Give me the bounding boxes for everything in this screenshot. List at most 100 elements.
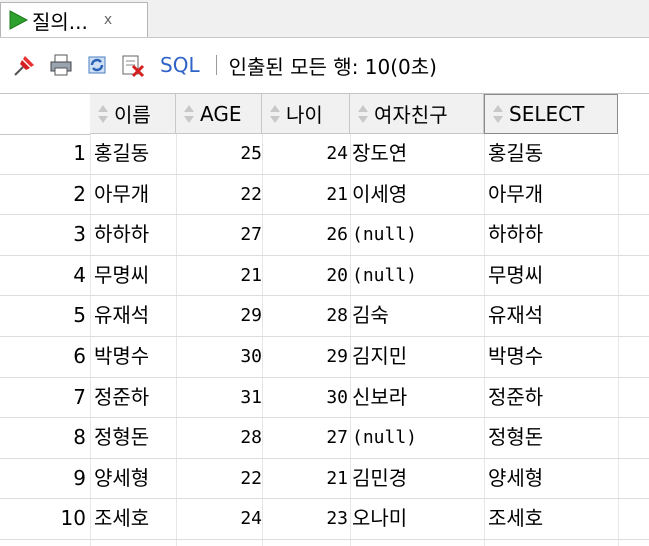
cell-nai[interactable]: 26 <box>264 215 348 255</box>
cell-select[interactable]: 유재석 <box>488 296 618 336</box>
run-icon <box>7 9 29 31</box>
cell-girlfriend[interactable]: 김숙 <box>352 296 482 336</box>
cell-age[interactable]: 25 <box>178 134 262 174</box>
table-row[interactable]: 1 홍길동 25 24 장도연 홍길동 <box>0 134 649 175</box>
cell-girlfriend[interactable]: 장도연 <box>352 134 482 174</box>
column-header-name[interactable]: 이름 <box>90 94 176 134</box>
sort-icon <box>98 104 108 123</box>
cell-select[interactable]: 하하하 <box>488 215 618 255</box>
row-number: 5 <box>73 303 86 328</box>
row-number: 10 <box>60 506 86 531</box>
cell-name[interactable]: 무명씨 <box>94 256 176 296</box>
cell-select[interactable]: 정형돈 <box>488 418 618 458</box>
cell-girlfriend[interactable]: (null) <box>352 256 482 296</box>
row-number: 9 <box>73 465 86 490</box>
row-number: 3 <box>73 222 86 247</box>
tab-strip: 질의... x <box>0 0 649 38</box>
sort-icon <box>493 105 503 123</box>
results-toolbar: SQL 인출된 모든 행: 10(0초) <box>0 38 649 92</box>
fetch-status: 인출된 모든 행: 10(0초) <box>228 54 437 79</box>
export-delete-icon[interactable] <box>118 50 148 80</box>
sql-link[interactable]: SQL <box>160 53 200 77</box>
close-icon[interactable]: x <box>104 12 112 28</box>
cell-name[interactable]: 유재석 <box>94 296 176 336</box>
cell-select[interactable]: 양세형 <box>488 459 618 499</box>
cell-age[interactable]: 22 <box>178 175 262 215</box>
pin-icon[interactable] <box>10 50 40 80</box>
cell-name[interactable]: 하하하 <box>94 215 176 255</box>
cell-select[interactable]: 홍길동 <box>488 134 618 174</box>
cell-nai[interactable]: 20 <box>264 256 348 296</box>
column-header-label: 이름 <box>114 103 151 127</box>
table-row[interactable]: 6 박명수 30 29 김지민 박명수 <box>0 337 649 378</box>
cell-nai[interactable]: 29 <box>264 337 348 377</box>
cell-nai[interactable]: 21 <box>264 459 348 499</box>
cell-nai[interactable]: 21 <box>264 175 348 215</box>
row-number: 7 <box>73 384 86 409</box>
cell-age[interactable]: 30 <box>178 337 262 377</box>
cell-nai[interactable]: 30 <box>264 378 348 418</box>
refresh-icon[interactable] <box>82 50 112 80</box>
row-number: 8 <box>73 425 86 450</box>
row-number: 4 <box>73 262 86 287</box>
sort-icon <box>184 104 194 123</box>
cell-age[interactable]: 27 <box>178 215 262 255</box>
table-row[interactable]: 2 아무개 22 21 이세영 아무개 <box>0 175 649 216</box>
row-number: 2 <box>73 181 86 206</box>
result-rows: 1 홍길동 25 24 장도연 홍길동 2 아무개 22 21 이세영 아무개 … <box>0 134 649 540</box>
cell-nai[interactable]: 23 <box>264 499 348 539</box>
cell-select[interactable]: 조세호 <box>488 499 618 539</box>
sort-icon <box>270 104 280 123</box>
cell-select[interactable]: 정준하 <box>488 378 618 418</box>
cell-age[interactable]: 29 <box>178 296 262 336</box>
cell-select[interactable]: 아무개 <box>488 175 618 215</box>
column-header-select[interactable]: SELECT <box>484 94 618 134</box>
cell-girlfriend[interactable]: 이세영 <box>352 175 482 215</box>
row-number: 1 <box>73 141 86 165</box>
cell-name[interactable]: 양세형 <box>94 459 176 499</box>
cell-age[interactable]: 28 <box>178 418 262 458</box>
cell-girlfriend[interactable]: (null) <box>352 215 482 255</box>
print-icon[interactable] <box>46 50 76 80</box>
table-row[interactable]: 10 조세호 24 23 오나미 조세호 <box>0 499 649 540</box>
column-header-girlfriend[interactable]: 여자친구 <box>350 94 484 134</box>
tab-label: 질의... <box>32 9 88 34</box>
column-header-label: 여자친구 <box>374 103 448 127</box>
results-grid: 이름 AGE 나이 여자친구 SELECT 1 홍길동 25 24 장도연 홍길… <box>0 93 649 546</box>
table-row[interactable]: 4 무명씨 21 20 (null) 무명씨 <box>0 256 649 297</box>
toolbar-separator <box>215 55 217 75</box>
column-header-age[interactable]: AGE <box>176 94 262 134</box>
cell-girlfriend[interactable]: (null) <box>352 418 482 458</box>
sort-icon <box>358 104 368 123</box>
cell-name[interactable]: 홍길동 <box>94 134 176 174</box>
table-row[interactable]: 8 정형돈 28 27 (null) 정형돈 <box>0 418 649 459</box>
cell-girlfriend[interactable]: 김민경 <box>352 459 482 499</box>
table-row[interactable]: 7 정준하 31 30 신보라 정준하 <box>0 378 649 419</box>
cell-age[interactable]: 22 <box>178 459 262 499</box>
grid-corner <box>0 94 90 135</box>
cell-age[interactable]: 24 <box>178 499 262 539</box>
cell-select[interactable]: 박명수 <box>488 337 618 377</box>
cell-name[interactable]: 박명수 <box>94 337 176 377</box>
cell-name[interactable]: 조세호 <box>94 499 176 539</box>
column-header-label: AGE <box>200 101 242 126</box>
cell-nai[interactable]: 27 <box>264 418 348 458</box>
column-header-label: 나이 <box>286 103 323 127</box>
cell-name[interactable]: 정형돈 <box>94 418 176 458</box>
cell-age[interactable]: 31 <box>178 378 262 418</box>
table-row[interactable]: 9 양세형 22 21 김민경 양세형 <box>0 459 649 500</box>
cell-nai[interactable]: 24 <box>264 134 348 174</box>
cell-name[interactable]: 정준하 <box>94 378 176 418</box>
cell-nai[interactable]: 28 <box>264 296 348 336</box>
cell-girlfriend[interactable]: 오나미 <box>352 499 482 539</box>
column-header-nai[interactable]: 나이 <box>262 94 350 134</box>
table-row[interactable]: 5 유재석 29 28 김숙 유재석 <box>0 296 649 337</box>
table-row[interactable]: 3 하하하 27 26 (null) 하하하 <box>0 215 649 256</box>
cell-select[interactable]: 무명씨 <box>488 256 618 296</box>
cell-age[interactable]: 21 <box>178 256 262 296</box>
tab-query-result[interactable]: 질의... x <box>0 2 148 37</box>
cell-girlfriend[interactable]: 김지민 <box>352 337 482 377</box>
cell-name[interactable]: 아무개 <box>94 175 176 215</box>
cell-girlfriend[interactable]: 신보라 <box>352 378 482 418</box>
column-header-label: SELECT <box>509 102 585 126</box>
